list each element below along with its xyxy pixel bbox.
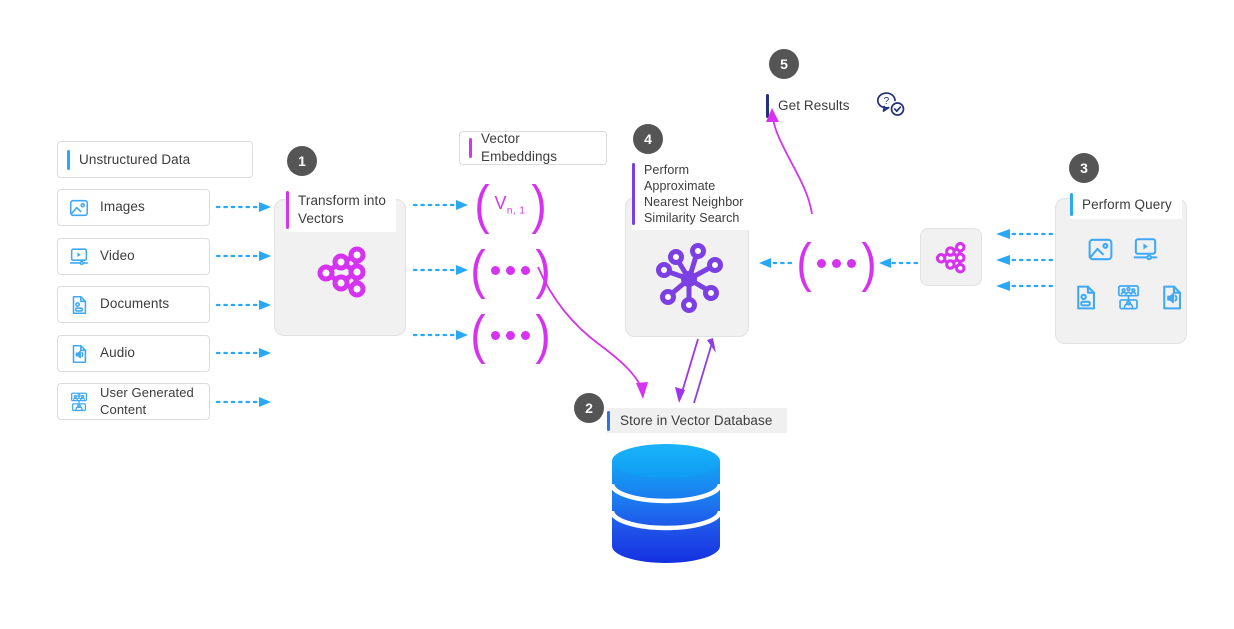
source-item-video[interactable]: Video bbox=[57, 238, 210, 275]
flow-arrows-search-database-exchange bbox=[675, 338, 716, 404]
accent-bar bbox=[286, 191, 289, 229]
store-in-vector-database-header: Store in Vector Database bbox=[607, 408, 787, 433]
audio-icon bbox=[1157, 283, 1186, 312]
vector-ellipsis bbox=[490, 330, 530, 340]
flow-arrows-sources-to-transform bbox=[215, 202, 271, 407]
query-icons-row-bottom bbox=[1071, 283, 1186, 312]
neural-network-icon bbox=[930, 241, 972, 275]
bracket-open: ( bbox=[469, 304, 486, 365]
step-1-badge: 1 bbox=[287, 146, 317, 176]
audio-icon bbox=[68, 343, 90, 365]
image-icon bbox=[1086, 235, 1115, 264]
unstructured-data-title: Unstructured Data bbox=[79, 151, 191, 167]
bracket-close: ) bbox=[530, 174, 547, 235]
accent-bar bbox=[1070, 193, 1073, 216]
transform-into-vectors-header: Transform into Vectors bbox=[286, 188, 396, 232]
database-cylinder-icon bbox=[607, 444, 725, 563]
document-icon bbox=[68, 294, 90, 316]
vector-label: Vn, 1 bbox=[494, 193, 526, 217]
perform-query-header: Perform Query bbox=[1070, 190, 1182, 219]
question-answer-check-icon: ? bbox=[875, 89, 907, 119]
bracket-open: ( bbox=[469, 239, 486, 300]
source-item-documents[interactable]: Documents bbox=[57, 286, 210, 323]
accent-bar bbox=[67, 149, 70, 170]
document-icon bbox=[1071, 283, 1100, 312]
transform-into-vectors-title: Transform into Vectors bbox=[298, 193, 386, 226]
source-item-label: Video bbox=[100, 248, 135, 264]
similarity-search-header: Perform Approximate Nearest Neighbor Sim… bbox=[632, 159, 754, 230]
diagram-canvas: Unstructured Data Images Video Documents… bbox=[0, 0, 1234, 629]
perform-query-panel bbox=[1055, 198, 1187, 344]
source-item-label: Images bbox=[100, 199, 145, 215]
flow-arrow-search-to-results bbox=[766, 108, 813, 215]
similarity-graph-icon bbox=[653, 243, 725, 315]
vector-embeddings-title: Vector Embeddings bbox=[481, 131, 558, 164]
step-5-badge: 5 bbox=[769, 49, 799, 79]
source-item-label: User Generated Content bbox=[100, 385, 194, 417]
bracket-close: ) bbox=[860, 232, 877, 293]
vector-ellipsis bbox=[816, 258, 856, 268]
source-item-user-generated-content[interactable]: User Generated Content bbox=[57, 383, 210, 420]
neural-network-icon bbox=[311, 245, 373, 300]
bracket-open: ( bbox=[473, 174, 490, 235]
accent-bar bbox=[607, 410, 610, 431]
flow-arrows-query-to-encoder bbox=[996, 229, 1054, 291]
flow-arrow-encoder-to-queryvector bbox=[879, 258, 919, 268]
query-vector: ( ) bbox=[795, 232, 877, 293]
source-item-label: Documents bbox=[100, 296, 170, 312]
source-item-audio[interactable]: Audio bbox=[57, 335, 210, 372]
image-icon bbox=[68, 197, 90, 219]
step-4-badge: 4 bbox=[633, 124, 663, 154]
accent-bar bbox=[632, 163, 635, 226]
store-in-vector-database-title: Store in Vector Database bbox=[620, 412, 773, 428]
query-icons-row-top bbox=[1086, 235, 1160, 264]
user-generated-content-icon bbox=[68, 391, 90, 413]
accent-bar bbox=[469, 138, 472, 158]
svg-text:?: ? bbox=[884, 96, 890, 107]
flow-arrow-queryvector-to-search bbox=[759, 258, 793, 268]
unstructured-data-header: Unstructured Data bbox=[57, 141, 253, 178]
flow-arrows-transform-to-embeddings bbox=[412, 200, 468, 340]
similarity-search-title: Perform Approximate Nearest Neighbor Sim… bbox=[644, 163, 744, 226]
perform-query-title: Perform Query bbox=[1082, 196, 1172, 212]
video-icon bbox=[1131, 235, 1160, 264]
video-icon bbox=[68, 246, 90, 268]
source-item-images[interactable]: Images bbox=[57, 189, 210, 226]
vector-embeddings-header: Vector Embeddings bbox=[459, 131, 607, 165]
user-generated-content-icon bbox=[1114, 283, 1143, 312]
source-item-label: Audio bbox=[100, 345, 136, 361]
bracket-open: ( bbox=[795, 232, 812, 293]
step-2-badge: 2 bbox=[574, 393, 604, 423]
vector-ellipsis bbox=[490, 265, 530, 275]
step-3-badge: 3 bbox=[1069, 153, 1099, 183]
vector-embedding-row-1: ( Vn, 1 ) bbox=[470, 174, 550, 235]
